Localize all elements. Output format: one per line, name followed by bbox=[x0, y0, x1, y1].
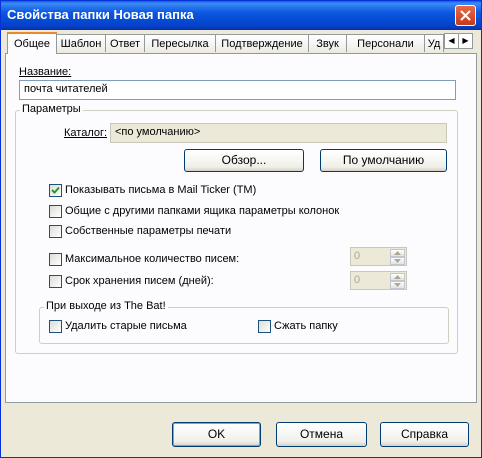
close-icon bbox=[460, 10, 471, 21]
retention-days-spinner: 0 bbox=[350, 271, 407, 290]
ok-button[interactable]: OK bbox=[172, 422, 261, 447]
compress-folder-checkbox[interactable] bbox=[258, 320, 271, 333]
title-bar[interactable]: Свойства папки Новая папка bbox=[1, 1, 481, 30]
mail-ticker-label: Показывать письма в Mail Ticker (TM) bbox=[65, 184, 257, 196]
tab-strip: Общее Шаблон Ответ Пересылка Подтвержден… bbox=[5, 32, 475, 54]
own-print-settings-label: Собственные параметры печати bbox=[65, 225, 232, 237]
max-messages-spinner: 0 bbox=[350, 247, 407, 266]
arrow-up-icon bbox=[394, 251, 401, 255]
tab-label: Ответ bbox=[109, 38, 141, 50]
parameters-group-title: Параметры bbox=[20, 103, 83, 115]
tab-label: Персонали bbox=[357, 38, 414, 50]
chevron-right-icon: ▶ bbox=[462, 36, 469, 45]
tab-personalization[interactable]: Персонали bbox=[346, 34, 425, 52]
arrow-up-icon bbox=[394, 275, 401, 279]
window-title: Свойства папки Новая папка bbox=[7, 7, 194, 22]
folder-properties-dialog: Свойства папки Новая папка Общее Шаблон … bbox=[0, 0, 482, 458]
default-button[interactable]: По умолчанию bbox=[320, 149, 447, 172]
max-messages-value: 0 bbox=[354, 250, 361, 262]
cancel-button[interactable]: Отмена bbox=[276, 422, 367, 447]
own-print-settings-checkbox[interactable] bbox=[49, 225, 62, 238]
max-messages-label: Максимальное количество писем: bbox=[65, 253, 240, 265]
name-label: Название: bbox=[19, 66, 71, 78]
delete-old-label: Удалить старые письма bbox=[65, 320, 187, 332]
retention-days-up-button[interactable] bbox=[390, 273, 405, 281]
tab-reply[interactable]: Ответ bbox=[105, 34, 145, 52]
tab-label: Шаблон bbox=[60, 38, 102, 50]
tab-forward[interactable]: Пересылка bbox=[144, 34, 216, 52]
browse-button[interactable]: Обзор... bbox=[184, 149, 304, 172]
retention-days-down-button[interactable] bbox=[390, 281, 405, 289]
tab-panel-general: Название: почта читателей Параметры Ката… bbox=[5, 53, 477, 403]
delete-old-checkbox[interactable] bbox=[49, 320, 62, 333]
mail-ticker-checkbox[interactable] bbox=[49, 184, 62, 197]
tab-more[interactable]: Уд bbox=[424, 34, 444, 52]
tab-label: Уд bbox=[427, 38, 441, 50]
checkmark-icon bbox=[51, 186, 60, 194]
tab-label: Общее bbox=[13, 38, 51, 50]
tab-sound[interactable]: Звук bbox=[308, 34, 347, 52]
tab-label: Подтверждение bbox=[221, 38, 303, 50]
tab-general[interactable]: Общее bbox=[7, 32, 57, 54]
tab-label: Пересылка bbox=[151, 38, 209, 50]
max-messages-down-button[interactable] bbox=[390, 257, 405, 265]
compress-folder-label: Сжать папку bbox=[274, 320, 338, 332]
retention-days-checkbox[interactable] bbox=[49, 275, 62, 288]
catalog-label: Каталог: bbox=[64, 127, 107, 139]
max-messages-up-button[interactable] bbox=[390, 249, 405, 257]
tab-confirmation[interactable]: Подтверждение bbox=[215, 34, 309, 52]
folder-name-input[interactable]: почта читателей bbox=[19, 80, 456, 100]
max-messages-checkbox[interactable] bbox=[49, 253, 62, 266]
chevron-left-icon: ◀ bbox=[448, 36, 455, 45]
tab-template[interactable]: Шаблон bbox=[56, 34, 106, 52]
retention-days-value: 0 bbox=[354, 274, 361, 286]
help-button[interactable]: Справка bbox=[380, 422, 469, 447]
on-exit-group-title: При выходе из The Bat! bbox=[44, 300, 168, 312]
name-label-text: Название: bbox=[19, 66, 72, 78]
tab-scroll-right-button[interactable]: ▶ bbox=[458, 33, 473, 49]
shared-columns-checkbox[interactable] bbox=[49, 205, 62, 218]
arrow-down-icon bbox=[394, 259, 401, 263]
arrow-down-icon bbox=[394, 283, 401, 287]
tab-scroll-left-button[interactable]: ◀ bbox=[444, 33, 459, 49]
close-button[interactable] bbox=[455, 5, 476, 26]
tab-label: Звук bbox=[316, 38, 339, 50]
retention-days-label: Срок хранения писем (дней): bbox=[65, 275, 214, 287]
catalog-field: <по умолчанию> bbox=[110, 123, 447, 143]
catalog-label-text: Каталог: bbox=[64, 127, 108, 139]
shared-columns-label: Общие с другими папками ящика параметры … bbox=[65, 205, 340, 217]
